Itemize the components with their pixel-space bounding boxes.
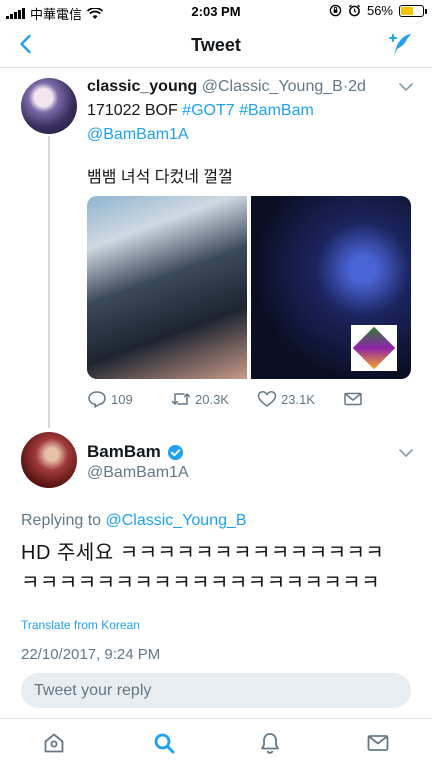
home-icon[interactable] — [42, 731, 66, 755]
status-bar: 中華電信 2:03 PM 56% — [0, 0, 432, 22]
notifications-icon[interactable] — [258, 731, 282, 755]
heart-icon — [257, 391, 277, 407]
retweet-icon — [171, 393, 191, 405]
search-icon[interactable] — [152, 731, 176, 755]
tweet-text: 171022 BOF #GOT7 #BamBam @BamBam1A — [87, 99, 407, 147]
tweet-text-prefix: 171022 BOF — [87, 102, 183, 119]
display-name[interactable]: BamBam — [87, 442, 161, 462]
tweet-media[interactable] — [87, 196, 411, 379]
reply-action[interactable]: 109 — [87, 390, 133, 408]
like-action[interactable]: 23.1K — [257, 390, 315, 408]
reply-icon — [88, 391, 106, 408]
tweet-timestamp: 22/10/2017, 9:24 PM — [21, 646, 161, 663]
reply-count: 109 — [111, 391, 133, 407]
direct-message-action[interactable] — [343, 390, 363, 408]
tab-bar — [0, 718, 432, 768]
translate-link[interactable]: Translate from Korean — [21, 618, 140, 632]
hashtag-link[interactable]: #GOT7 — [182, 102, 234, 119]
tweet-actions: 109 20.3K 23.1K — [87, 390, 367, 410]
focused-tweet: BamBam @BamBam1A Replying to @Classic_Yo… — [0, 428, 432, 668]
tweet-photo[interactable] — [251, 196, 411, 379]
battery-icon — [399, 4, 427, 17]
tweet-text-line: HD 주세요 ㅋㅋㅋㅋㅋㅋㅋㅋㅋㅋㅋㅋㅋㅋ — [21, 542, 385, 564]
envelope-icon — [344, 392, 362, 406]
handle[interactable]: @BamBam1A — [87, 464, 189, 482]
nav-bar: Tweet — [0, 22, 432, 68]
battery-fill — [401, 6, 413, 15]
chevron-down-icon[interactable] — [398, 448, 414, 458]
handle[interactable]: @Classic_Young_B — [202, 78, 343, 95]
compose-tweet-icon[interactable] — [386, 31, 414, 59]
relative-time: 2d — [348, 78, 366, 95]
verified-badge-icon — [167, 444, 183, 460]
tweet-photo[interactable] — [87, 196, 247, 379]
tweet-text: HD 주세요 ㅋㅋㅋㅋㅋㅋㅋㅋㅋㅋㅋㅋㅋㅋ ㅋㅋㅋㅋㅋㅋㅋㅋㅋㅋㅋㅋㅋㅋㅋㅋㅋㅋ… — [21, 538, 421, 598]
like-count: 23.1K — [281, 391, 315, 407]
mention-link[interactable]: @BamBam1A — [87, 126, 189, 143]
replying-to-link[interactable]: @Classic_Young_B — [106, 512, 247, 529]
photo-watermark-badge — [351, 325, 397, 371]
original-tweet[interactable]: classic_young @Classic_Young_B·2d 171022… — [0, 68, 432, 428]
chevron-down-icon[interactable] — [398, 82, 414, 92]
retweet-count: 20.3K — [195, 391, 229, 407]
reply-input[interactable]: Tweet your reply — [21, 673, 411, 708]
hashtag-link[interactable]: #BamBam — [239, 102, 314, 119]
rotation-lock-icon — [329, 4, 342, 17]
tweet-header: classic_young @Classic_Young_B·2d — [87, 78, 366, 96]
messages-icon[interactable] — [366, 731, 390, 755]
display-name-row: BamBam — [87, 442, 184, 462]
avatar[interactable] — [21, 432, 77, 488]
replying-label: Replying to — [21, 512, 106, 529]
alarm-icon — [348, 4, 361, 17]
page-title: Tweet — [191, 35, 241, 55]
display-name[interactable]: classic_young — [87, 78, 197, 95]
replying-to: Replying to @Classic_Young_B — [21, 512, 247, 530]
retweet-action[interactable]: 20.3K — [171, 390, 229, 408]
tweet-text-line: ㅋㅋㅋㅋㅋㅋㅋㅋㅋㅋㅋㅋㅋㅋㅋㅋㅋㅋㅋ — [21, 572, 381, 594]
avatar[interactable] — [21, 78, 77, 134]
tweet-korean-text: 뱀뱀 녀석 다컸네 껄껄 — [87, 169, 233, 186]
status-right: 56% — [329, 3, 427, 18]
battery-percent: 56% — [366, 3, 393, 18]
